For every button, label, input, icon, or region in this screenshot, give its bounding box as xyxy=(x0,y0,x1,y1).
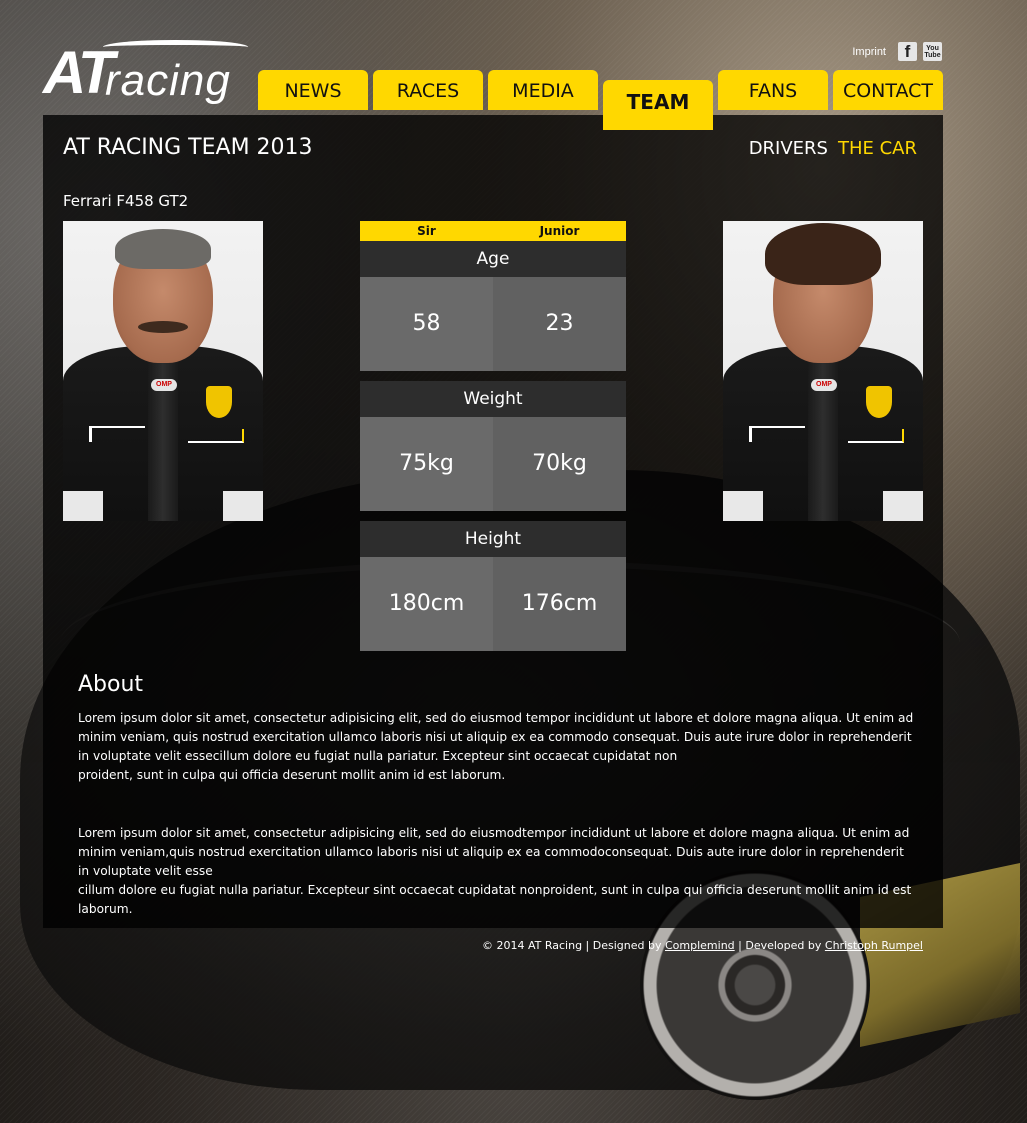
prancing-horse-badge xyxy=(206,386,232,418)
prancing-horse-badge xyxy=(866,386,892,418)
logo-racing-text: racing xyxy=(105,56,231,105)
youtube-glyph-bottom: Tube xyxy=(924,51,941,59)
stat-value-sir: 180cm xyxy=(360,557,493,651)
youtube-icon[interactable]: You Tube xyxy=(923,42,942,61)
driver-mustache xyxy=(138,321,188,333)
logo-at-text: AT xyxy=(43,39,115,106)
footer: © 2014 AT Racing | Designed by Complemin… xyxy=(482,939,923,952)
facebook-icon[interactable]: f xyxy=(898,42,917,61)
stat-value-junior: 176cm xyxy=(493,557,626,651)
about-text-line: cillum dolore eu fugiat nulla pariatur. … xyxy=(78,883,912,916)
footer-separator: | Developed by xyxy=(738,939,822,952)
driver-photo-sir: OMP xyxy=(63,221,263,521)
stat-row-height: Height 180cm 176cm xyxy=(360,521,626,651)
about-paragraph: Lorem ipsum dolor sit amet, consectetur … xyxy=(78,709,918,785)
about-text-line: Lorem ipsum dolor sit amet, consectetur … xyxy=(78,711,914,763)
stat-label: Weight xyxy=(360,381,626,417)
af-corse-badge xyxy=(188,429,244,443)
stat-values: 75kg 70kg xyxy=(360,417,626,511)
af-corse-badge xyxy=(848,429,904,443)
about-text-line: Lorem ipsum dolor sit amet, consectetur … xyxy=(78,826,910,878)
stats-column-junior: Junior xyxy=(539,224,580,238)
driver-photo-junior: OMP xyxy=(723,221,923,521)
top-links: Imprint f You Tube xyxy=(852,42,942,61)
nav-tab-media[interactable]: MEDIA xyxy=(488,70,598,110)
imprint-link[interactable]: Imprint xyxy=(852,46,886,58)
youtube-glyph-top: You xyxy=(926,44,939,52)
suit-collar xyxy=(723,491,923,521)
suit-collar xyxy=(63,491,263,521)
footer-copyright: © 2014 AT Racing | Designed by xyxy=(481,939,662,952)
developer-link[interactable]: Christoph Rumpel xyxy=(825,939,923,952)
stat-value-junior: 23 xyxy=(493,277,626,371)
omp-badge: OMP xyxy=(811,379,837,391)
stat-label: Age xyxy=(360,241,626,277)
at-racing-badge xyxy=(749,426,805,442)
stat-row-age: Age 58 23 xyxy=(360,241,626,371)
stat-value-sir: 75kg xyxy=(360,417,493,511)
facebook-glyph: f xyxy=(904,41,911,61)
nav-tab-fans[interactable]: FANS xyxy=(718,70,828,110)
logo-swoosh xyxy=(103,40,248,54)
nav-tab-news[interactable]: NEWS xyxy=(258,70,368,110)
nav-tab-races[interactable]: RACES xyxy=(373,70,483,110)
page-title: AT RACING TEAM 2013 xyxy=(63,135,313,160)
stat-values: 58 23 xyxy=(360,277,626,371)
subnav-drivers-link[interactable]: DRIVERS xyxy=(749,138,828,159)
stats-header: Sir Junior xyxy=(360,221,626,241)
about-text-line: proident, sunt in culpa qui officia dese… xyxy=(78,768,506,782)
stat-row-weight: Weight 75kg 70kg xyxy=(360,381,626,511)
nav-tab-team[interactable]: TEAM xyxy=(603,80,713,130)
stats-column-sir: Sir xyxy=(417,224,436,238)
team-subnav: DRIVERS THE CAR xyxy=(749,138,917,159)
at-racing-badge xyxy=(89,426,145,442)
designer-link[interactable]: Complemind xyxy=(665,939,735,952)
nav-tab-contact[interactable]: CONTACT xyxy=(833,70,943,110)
driver-hair xyxy=(765,223,881,285)
about-heading: About xyxy=(78,672,144,697)
stat-label: Height xyxy=(360,521,626,557)
car-model-label: Ferrari F458 GT2 xyxy=(63,192,189,210)
subnav-the-car-link[interactable]: THE CAR xyxy=(838,138,917,159)
stat-value-sir: 58 xyxy=(360,277,493,371)
site-logo[interactable]: AT racing xyxy=(43,38,253,110)
about-paragraph: Lorem ipsum dolor sit amet, consectetur … xyxy=(78,824,918,919)
stat-values: 180cm 176cm xyxy=(360,557,626,651)
stat-value-junior: 70kg xyxy=(493,417,626,511)
driver-stats-table: Sir Junior Age 58 23 Weight 75kg 70kg He… xyxy=(360,221,626,661)
omp-badge: OMP xyxy=(151,379,177,391)
driver-hair xyxy=(115,229,211,269)
